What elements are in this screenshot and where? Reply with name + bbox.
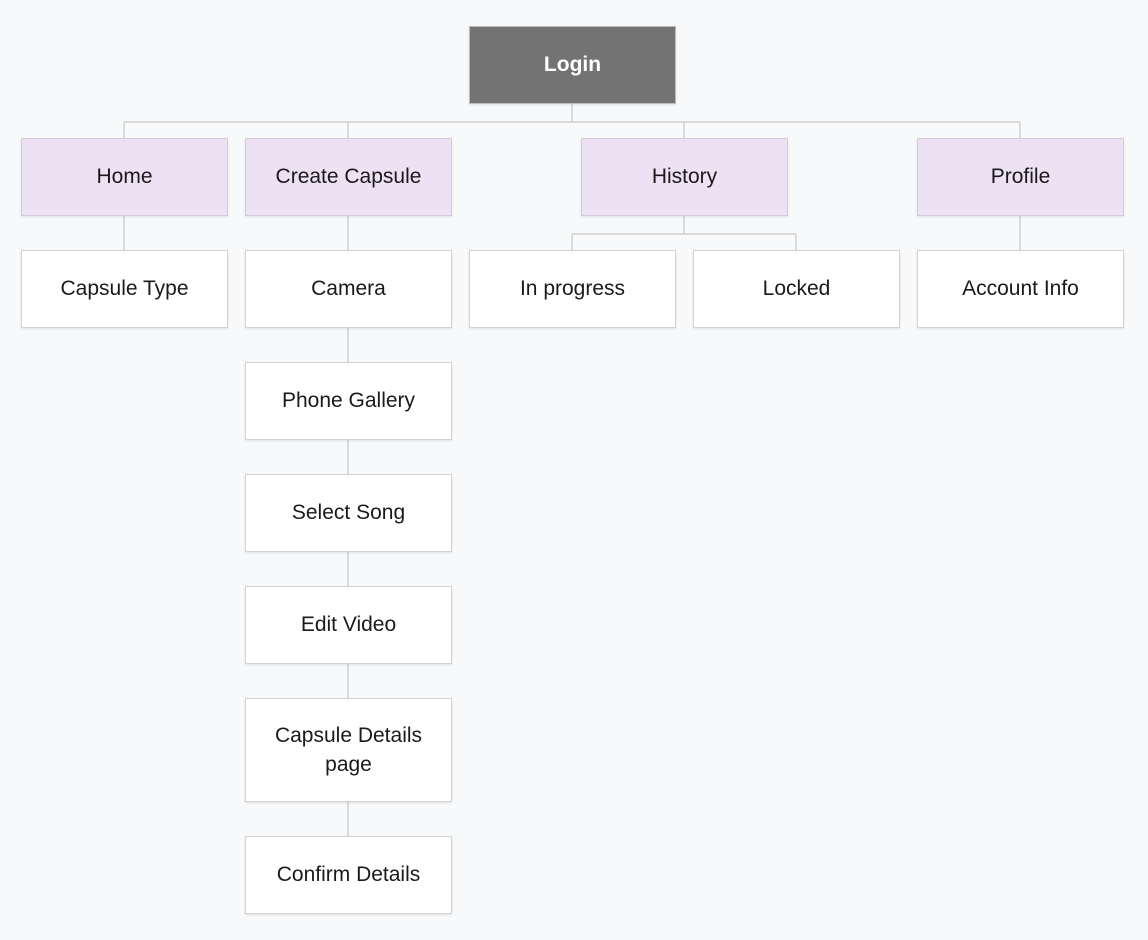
phone-gallery-node[interactable]: Phone Gallery <box>245 362 452 440</box>
in-progress-node[interactable]: In progress <box>469 250 676 328</box>
camera-node[interactable]: Camera <box>245 250 452 328</box>
select-song-node[interactable]: Select Song <box>245 474 452 552</box>
capsule-details-page-node[interactable]: Capsule Details page <box>245 698 452 802</box>
login-node[interactable]: Login <box>469 26 676 104</box>
history-node[interactable]: History <box>581 138 788 216</box>
account-info-node[interactable]: Account Info <box>917 250 1124 328</box>
create-capsule-node[interactable]: Create Capsule <box>245 138 452 216</box>
capsule-type-node[interactable]: Capsule Type <box>21 250 228 328</box>
edit-video-node[interactable]: Edit Video <box>245 586 452 664</box>
locked-node[interactable]: Locked <box>693 250 900 328</box>
home-node[interactable]: Home <box>21 138 228 216</box>
confirm-details-node[interactable]: Confirm Details <box>245 836 452 914</box>
profile-node[interactable]: Profile <box>917 138 1124 216</box>
